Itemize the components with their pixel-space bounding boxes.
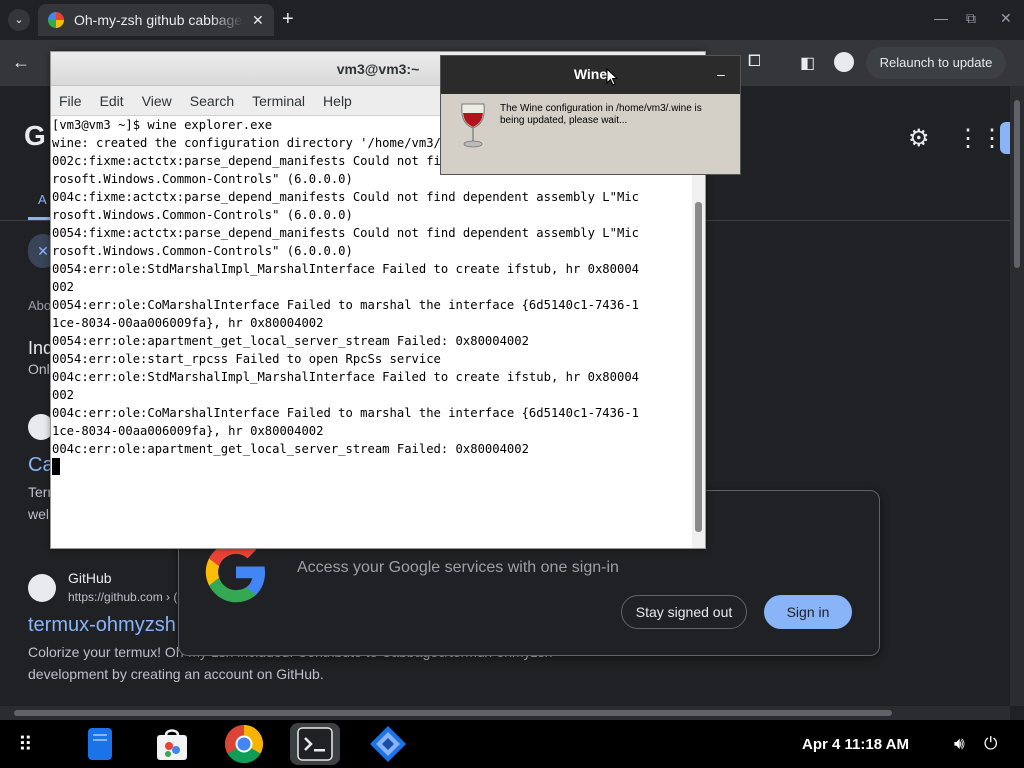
tab-close-icon[interactable]: ✕ xyxy=(252,12,264,29)
power-icon[interactable]: ⏻ xyxy=(984,734,997,754)
minimize-icon[interactable]: — xyxy=(934,10,948,26)
signin-message: Access your Google services with one sig… xyxy=(297,559,619,576)
terminal-line: 1ce-8034-00aa006009fa}, hr 0x80004002 xyxy=(52,424,324,438)
files-icon[interactable] xyxy=(82,726,118,762)
terminal-line: 0054:fixme:actctx:parse_depend_manifests… xyxy=(52,226,639,240)
apps-grid-icon[interactable]: ⋮⋮ xyxy=(956,124,1004,153)
result-title-link[interactable]: termux-ohmyzsh xyxy=(28,614,176,637)
terminal-icon[interactable] xyxy=(297,727,333,761)
terminal-line: 002 xyxy=(52,388,75,402)
volume-icon[interactable]: 🔊︎ xyxy=(954,734,965,754)
app-icon[interactable] xyxy=(368,724,408,764)
terminal-line: rosoft.Windows.Common-Controls" (6.0.0.0… xyxy=(52,244,353,258)
terminal-cursor xyxy=(52,458,60,475)
terminal-line: 002 xyxy=(52,280,75,294)
result-url[interactable]: https://github.com › ( xyxy=(68,590,177,604)
vertical-scroll-thumb[interactable] xyxy=(1014,100,1020,268)
github-logo-icon xyxy=(28,574,56,602)
terminal-line: 004c:err:ole:CoMarshalInterface Failed t… xyxy=(52,406,639,420)
system-shelf: ⠿ Apr 4 11:18 AM 🔊︎ ⏻ xyxy=(0,720,1024,768)
terminal-line: 004c:err:ole:StdMarshalImpl_MarshalInter… xyxy=(52,370,639,384)
launcher-icon[interactable]: ⠿ xyxy=(18,732,46,760)
wine-title: Wine xyxy=(573,66,608,82)
terminal-line: 0054:err:ole:CoMarshalInterface Failed t… xyxy=(52,298,639,312)
minimize-icon[interactable]: – xyxy=(717,66,725,82)
profile-avatar[interactable] xyxy=(834,52,854,72)
terminal-line: 004c:fixme:actctx:parse_depend_manifests… xyxy=(52,190,639,204)
terminal-line: 0054:err:ole:StdMarshalImpl_MarshalInter… xyxy=(52,262,639,276)
tab-title: Oh-my-zsh github cabbage xyxy=(74,12,243,28)
menu-search[interactable]: Search xyxy=(190,86,234,115)
browser-tab[interactable]: Oh-my-zsh github cabbage ✕ xyxy=(38,4,274,36)
google-favicon-icon xyxy=(48,12,64,28)
relaunch-button[interactable]: Relaunch to update xyxy=(866,47,1006,79)
horizontal-scroll-thumb[interactable] xyxy=(14,710,892,716)
menu-view[interactable]: View xyxy=(142,86,172,115)
terminal-output[interactable]: [vm3@vm3 ~]$ wine explorer.exe wine: crea… xyxy=(51,116,691,548)
sign-in-button-edge[interactable] xyxy=(1000,122,1010,154)
terminal-line: 0054:err:ole:start_rpcss Failed to open … xyxy=(52,352,441,366)
extensions-icon[interactable]: ⧠ xyxy=(748,53,761,71)
result-snippet: Terr xyxy=(28,484,53,500)
tab-all[interactable]: A xyxy=(38,192,47,207)
result-snippet: wel xyxy=(28,506,50,522)
side-panel-icon[interactable]: ◧ xyxy=(800,53,815,73)
result-snippet: development by creating an account on Gi… xyxy=(28,666,324,682)
new-tab-button[interactable]: + xyxy=(282,8,294,31)
wine-glass-icon xyxy=(461,103,485,148)
terminal-line: 0054:err:ole:apartment_get_local_server_… xyxy=(52,334,529,348)
browser-tabstrip: ⌄ Oh-my-zsh github cabbage ✕ + — ⧉ ✕ xyxy=(0,0,1024,40)
terminal-prompt-line[interactable] xyxy=(52,458,691,476)
store-icon[interactable] xyxy=(154,726,190,762)
menu-help[interactable]: Help xyxy=(323,86,352,115)
terminal-line: rosoft.Windows.Common-Controls" (6.0.0.0… xyxy=(52,208,353,222)
gear-icon[interactable]: ⚙ xyxy=(908,124,930,153)
wine-message: The Wine configuration in /home/vm3/.win… xyxy=(500,103,702,126)
wine-update-dialog[interactable]: Wine – The Wine configuration in /home/v… xyxy=(440,55,741,175)
wine-titlebar[interactable]: Wine – xyxy=(441,56,740,94)
close-window-icon[interactable]: ✕ xyxy=(1000,10,1012,27)
about-results-text: Abo xyxy=(28,298,52,313)
tab-search-button[interactable]: ⌄ xyxy=(8,9,30,31)
chrome-icon[interactable] xyxy=(224,724,264,764)
terminal-scroll-thumb[interactable] xyxy=(695,202,702,532)
stay-signed-out-button[interactable]: Stay signed out xyxy=(621,595,747,629)
menu-file[interactable]: File xyxy=(59,86,82,115)
clock[interactable]: Apr 4 11:18 AM xyxy=(802,736,909,753)
menu-edit[interactable]: Edit xyxy=(100,86,124,115)
google-logo[interactable]: G xyxy=(24,120,46,152)
restore-icon[interactable]: ⧉ xyxy=(966,10,976,27)
result-subheading: Onl xyxy=(28,361,50,377)
terminal-line: 004c:err:ole:apartment_get_local_server_… xyxy=(52,442,529,456)
sign-in-button[interactable]: Sign in xyxy=(764,595,852,629)
back-arrow-icon[interactable]: ← xyxy=(12,52,30,73)
menu-terminal[interactable]: Terminal xyxy=(252,86,305,115)
mouse-pointer-icon xyxy=(606,68,618,86)
terminal-line: 1ce-8034-00aa006009fa}, hr 0x80004002 xyxy=(52,316,324,330)
result-site-name: GitHub xyxy=(68,570,112,586)
